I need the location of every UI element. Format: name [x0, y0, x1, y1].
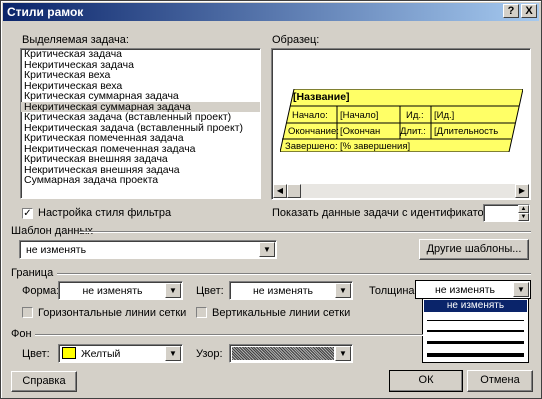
width-value: не изменять	[434, 284, 496, 296]
filter-style-checkbox[interactable]: ✓	[22, 208, 33, 219]
preview-hscrollbar[interactable]: ◀ ▶	[273, 184, 529, 198]
shape-value: не изменять	[82, 285, 143, 297]
cancel-button[interactable]: Отмена	[467, 370, 533, 392]
border-color-label: Цвет:	[196, 285, 224, 297]
bg-color-value: Желтый	[81, 348, 121, 360]
task-list-item[interactable]: Критическая задача	[21, 49, 260, 60]
vgrid-label: Вертикальные линии сетки	[212, 307, 351, 319]
task-list-item[interactable]: Суммарная задача проекта	[21, 175, 260, 186]
chevron-down-icon[interactable]: ▼	[165, 346, 181, 361]
scroll-thumb[interactable]	[287, 184, 301, 198]
check-icon: ✓	[23, 208, 32, 219]
template-value: не изменять	[26, 244, 87, 256]
help-button[interactable]: Справка	[11, 371, 77, 392]
pattern-select[interactable]: ▼	[229, 344, 353, 363]
width-option-1[interactable]	[427, 320, 524, 321]
task-listbox[interactable]: Критическая задача Некритическая задача Кр…	[20, 48, 261, 199]
task-list-item[interactable]: Критическая веха	[21, 70, 260, 81]
window-title: Стили рамок	[7, 5, 84, 19]
dialog-window: Стили рамок ? X Выделяемая задача: Крити…	[0, 0, 542, 399]
width-label: Толщина:	[369, 285, 418, 297]
task-list-item[interactable]: Критическая суммарная задача	[21, 91, 260, 102]
border-label: Граница	[11, 267, 54, 279]
width-select[interactable]: не изменять ▼	[415, 280, 531, 299]
bg-color-select[interactable]: Желтый ▼	[58, 344, 183, 363]
other-templates-button[interactable]: Другие шаблоны...	[419, 239, 529, 260]
vgrid-checkbox[interactable]	[196, 307, 207, 318]
chevron-down-icon[interactable]: ▼	[335, 346, 351, 361]
hgrid-checkbox[interactable]	[22, 307, 33, 318]
width-dropdown-list[interactable]: не изменять	[422, 298, 529, 363]
show-id-label: Показать данные задачи с идентификатором…	[272, 207, 507, 219]
pattern-label: Узор:	[196, 348, 223, 360]
chevron-down-icon[interactable]: ▼	[335, 283, 351, 298]
chevron-down-icon[interactable]: ▼	[165, 283, 181, 298]
help-title-button[interactable]: ?	[503, 4, 519, 18]
filter-style-label: Настройка стиля фильтра	[38, 207, 172, 219]
width-option-4[interactable]	[427, 353, 524, 357]
scroll-right-icon[interactable]: ▶	[515, 184, 529, 198]
chevron-down-icon[interactable]: ▼	[513, 282, 529, 297]
pattern-swatch	[232, 347, 334, 360]
chevron-down-icon[interactable]: ▼	[259, 242, 275, 257]
ok-button[interactable]: ОК	[389, 370, 463, 392]
template-divider	[79, 231, 531, 233]
shape-select[interactable]: не изменять ▼	[58, 281, 183, 300]
preview-box: [Название] Начало: [Начало] Ид.: [Ид.] О…	[271, 48, 531, 200]
hgrid-label: Горизонтальные линии сетки	[38, 307, 187, 319]
task-list-item[interactable]: Критическая внешняя задача	[21, 154, 260, 165]
width-option-2[interactable]	[427, 330, 524, 332]
border-divider	[57, 273, 531, 275]
border-color-select[interactable]: не изменять ▼	[229, 281, 353, 300]
width-option-selected[interactable]: не изменять	[424, 300, 527, 312]
spin-down-icon[interactable]: ▼	[518, 213, 529, 221]
task-list-label: Выделяемая задача:	[22, 34, 129, 46]
show-id-input[interactable]: ▲ ▼	[483, 204, 530, 222]
title-bar: Стили рамок	[3, 3, 539, 21]
task-list-item[interactable]: Критическая помеченная задача	[21, 133, 260, 144]
width-option-3[interactable]	[427, 341, 524, 344]
color-swatch	[62, 347, 76, 359]
background-divider	[35, 334, 423, 336]
preview-label: Образец:	[272, 34, 320, 46]
task-list-item[interactable]: Критическая задача (вставленный проект)	[21, 112, 260, 123]
card-dividers	[336, 106, 432, 139]
spin-up-icon[interactable]: ▲	[518, 205, 529, 213]
background-label: Фон	[11, 328, 32, 340]
scroll-left-icon[interactable]: ◀	[273, 184, 287, 198]
bg-color-label: Цвет:	[22, 348, 50, 360]
close-button[interactable]: X	[521, 4, 537, 18]
border-color-value: не изменять	[252, 285, 314, 297]
preview-card: [Название] Начало: [Начало] Ид.: [Ид.] О…	[280, 89, 523, 152]
shape-label: Форма:	[22, 285, 60, 297]
template-select[interactable]: не изменять ▼	[19, 240, 277, 259]
